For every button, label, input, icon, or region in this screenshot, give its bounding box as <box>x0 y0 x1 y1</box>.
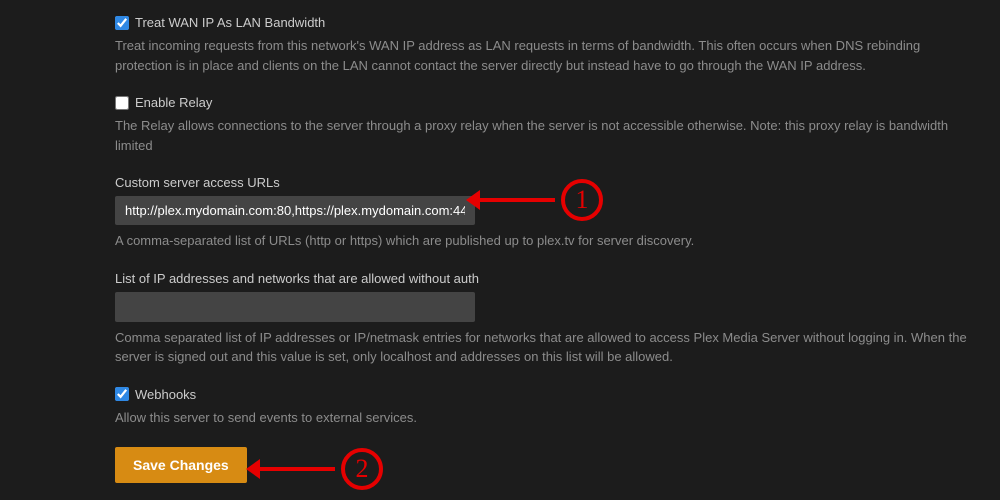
custom-urls-input[interactable] <box>115 196 475 225</box>
allowed-ips-group: List of IP addresses and networks that a… <box>115 271 970 367</box>
save-changes-button[interactable]: Save Changes <box>115 447 247 483</box>
webhooks-description: Allow this server to send events to exte… <box>115 408 970 428</box>
custom-urls-group: Custom server access URLs A comma-separa… <box>115 175 970 251</box>
treat-wan-checkbox[interactable] <box>115 16 129 30</box>
enable-relay-group: Enable Relay The Relay allows connection… <box>115 95 970 155</box>
enable-relay-checkbox[interactable] <box>115 96 129 110</box>
enable-relay-label: Enable Relay <box>135 95 212 110</box>
allowed-ips-input[interactable] <box>115 292 475 322</box>
allowed-ips-description: Comma separated list of IP addresses or … <box>115 328 970 367</box>
callout-arrow-2: 2 <box>260 448 383 490</box>
enable-relay-description: The Relay allows connections to the serv… <box>115 116 970 155</box>
treat-wan-label: Treat WAN IP As LAN Bandwidth <box>135 15 325 30</box>
arrow-icon <box>260 467 335 471</box>
network-settings-panel: Treat WAN IP As LAN Bandwidth Treat inco… <box>0 0 1000 500</box>
callout-number-2: 2 <box>341 448 383 490</box>
custom-urls-description: A comma-separated list of URLs (http or … <box>115 231 970 251</box>
treat-wan-group: Treat WAN IP As LAN Bandwidth Treat inco… <box>115 15 970 75</box>
treat-wan-description: Treat incoming requests from this networ… <box>115 36 970 75</box>
custom-urls-label: Custom server access URLs <box>115 175 970 190</box>
webhooks-group: Webhooks Allow this server to send event… <box>115 387 970 428</box>
allowed-ips-label: List of IP addresses and networks that a… <box>115 271 970 286</box>
webhooks-label: Webhooks <box>135 387 196 402</box>
webhooks-checkbox[interactable] <box>115 387 129 401</box>
